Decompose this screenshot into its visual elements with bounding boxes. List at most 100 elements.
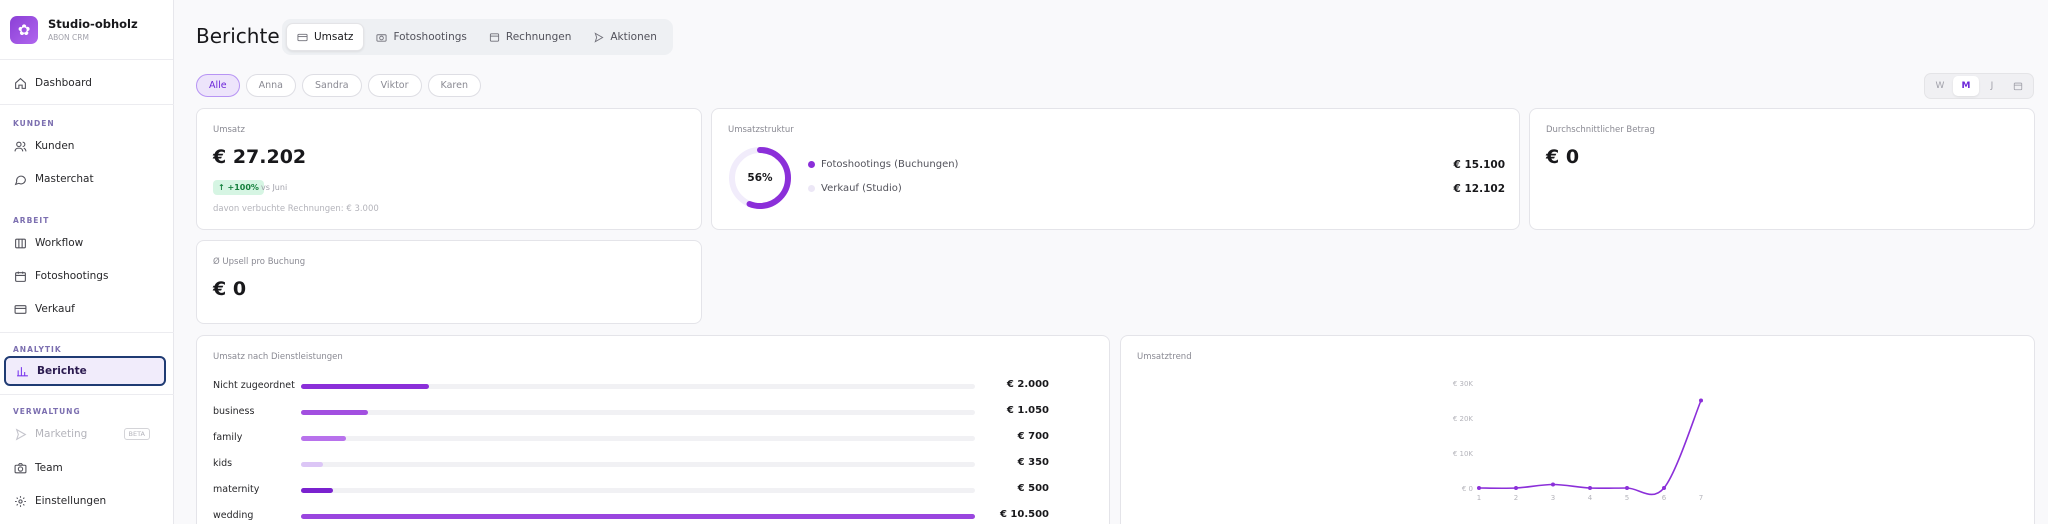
calendar-icon[interactable] xyxy=(2005,76,2031,96)
bar-chart-icon xyxy=(15,364,29,378)
service-value: € 10.500 xyxy=(999,509,1049,520)
y-tick-label: € 0 xyxy=(1462,485,1473,493)
gear-icon xyxy=(13,494,27,508)
x-tick-label: 6 xyxy=(1662,494,1667,502)
card-durchschnitt: Durchschnittlicher Betrag € 0 xyxy=(1529,108,2035,230)
sidebar-item-dashboard[interactable]: Dashboard xyxy=(4,68,166,98)
y-tick-label: € 10K xyxy=(1453,450,1474,458)
bar-track xyxy=(301,384,975,389)
studio-logo-icon: ✿ xyxy=(10,15,38,44)
card-upsell: Ø Upsell pro Buchung € 0 xyxy=(196,240,702,324)
card-umsatztrend: Umsatztrend € 0 € 10K € 20K € 30K 1 2 3 4 5 6 7 xyxy=(1120,335,2035,524)
bar-track xyxy=(301,462,975,467)
section-label-arbeit: ARBEIT xyxy=(13,216,50,225)
trend-point[interactable] xyxy=(1588,486,1592,490)
sidebar-item-kunden[interactable]: Kunden xyxy=(4,131,166,161)
invoice-note: davon verbuchte Rechnungen: € 3.000 xyxy=(213,204,379,214)
period-year[interactable]: J xyxy=(1979,76,2005,96)
users-icon xyxy=(13,139,27,153)
upsell-value: € 0 xyxy=(213,278,247,300)
bar-track xyxy=(301,514,975,519)
tab-label: Fotoshootings xyxy=(393,31,467,43)
x-tick-label: 1 xyxy=(1477,494,1481,502)
service-bar xyxy=(301,436,346,441)
filter-chip-alle[interactable]: Alle xyxy=(196,74,240,97)
service-bar-row: business € 1.050 xyxy=(213,405,1049,421)
sidebar-item-label: Berichte xyxy=(37,365,87,377)
trend-point[interactable] xyxy=(1477,486,1481,490)
sidebar-item-berichte[interactable]: Berichte xyxy=(4,356,166,386)
section-label-analytik: ANALYTIK xyxy=(13,345,62,354)
camera-icon xyxy=(376,32,387,43)
service-bar xyxy=(301,384,430,389)
filter-chip-karen[interactable]: Karen xyxy=(427,74,481,97)
sidebar-divider xyxy=(0,332,174,333)
x-tick-label: 5 xyxy=(1625,494,1629,502)
y-tick-label: € 30K xyxy=(1453,380,1474,388)
service-bar-row: maternity € 500 xyxy=(213,483,1049,499)
donut-percent: 56% xyxy=(747,172,773,184)
calendar-icon xyxy=(13,269,27,283)
tab-fotoshootings[interactable]: Fotoshootings xyxy=(366,23,476,51)
service-bar xyxy=(301,514,975,519)
trend-point[interactable] xyxy=(1514,486,1518,490)
sidebar: ✿ Studio-obholz ABON CRM Dashboard KUNDE… xyxy=(0,0,174,524)
service-bar-row: Nicht zugeordnet € 2.000 xyxy=(213,379,1049,395)
y-tick-label: € 20K xyxy=(1453,415,1474,423)
card-label: Umsatz nach Dienstleistungen xyxy=(213,352,343,362)
bar-track xyxy=(301,488,975,493)
sidebar-item-label: Verkauf xyxy=(35,303,75,315)
filter-chip-sandra[interactable]: Sandra xyxy=(302,74,362,97)
sidebar-item-einstellungen[interactable]: Einstellungen xyxy=(4,486,166,516)
sidebar-item-workflow[interactable]: Workflow xyxy=(4,228,166,258)
trend-comparison: vs Juni xyxy=(261,183,288,192)
card-icon xyxy=(13,302,27,316)
trend-badge: ↑ +100% xyxy=(213,180,264,195)
trend-point[interactable] xyxy=(1625,486,1629,490)
service-label: maternity xyxy=(213,484,260,495)
section-label-kunden: KUNDEN xyxy=(13,119,55,128)
sidebar-item-label: Kunden xyxy=(35,140,75,152)
durchschnitt-value: € 0 xyxy=(1546,146,1580,168)
legend-dot xyxy=(808,185,815,192)
sidebar-item-fotoshootings[interactable]: Fotoshootings xyxy=(4,261,166,291)
period-month[interactable]: M xyxy=(1953,76,1979,96)
service-value: € 500 xyxy=(1017,483,1049,494)
sidebar-item-marketing[interactable]: Marketing BETA xyxy=(4,419,166,449)
tab-aktionen[interactable]: Aktionen xyxy=(583,23,667,51)
service-bar xyxy=(301,410,369,415)
brand-header[interactable]: ✿ Studio-obholz ABON CRM xyxy=(0,0,173,60)
tab-umsatz[interactable]: Umsatz xyxy=(286,23,365,51)
service-value: € 350 xyxy=(1017,457,1049,468)
tab-rechnungen[interactable]: Rechnungen xyxy=(479,23,581,51)
legend-dot xyxy=(808,161,815,168)
donut-chart: 56% xyxy=(728,146,792,210)
sidebar-item-masterchat[interactable]: Masterchat xyxy=(4,164,166,194)
filter-chip-anna[interactable]: Anna xyxy=(245,74,296,97)
trend-line-chart: € 0 € 10K € 20K € 30K 1 2 3 4 5 6 7 xyxy=(1453,380,1703,502)
section-label-verwaltung: VERWALTUNG xyxy=(13,407,81,416)
legend-label: Fotoshootings (Buchungen) xyxy=(821,159,959,170)
sidebar-item-label: Workflow xyxy=(35,237,84,249)
tab-label: Umsatz xyxy=(314,31,354,43)
legend-value: € 12.102 xyxy=(1453,182,1505,195)
legend-label: Verkauf (Studio) xyxy=(821,183,902,194)
service-value: € 1.050 xyxy=(1006,405,1049,416)
trend-point[interactable] xyxy=(1699,398,1703,403)
trend-point[interactable] xyxy=(1551,482,1555,487)
trend-point[interactable] xyxy=(1662,486,1666,490)
service-bar-row: wedding € 10.500 xyxy=(213,509,1049,524)
filter-chip-viktor[interactable]: Viktor xyxy=(367,74,422,97)
brand-name: Studio-obholz xyxy=(48,17,138,31)
period-week[interactable]: W xyxy=(1927,76,1953,96)
sidebar-item-verkauf[interactable]: Verkauf xyxy=(4,294,166,324)
brand-subtitle: ABON CRM xyxy=(48,33,89,42)
service-value: € 2.000 xyxy=(1006,379,1049,390)
person-filter: Alle Anna Sandra Viktor Karen xyxy=(196,74,487,97)
trend-line xyxy=(1478,400,1702,496)
x-tick-label: 7 xyxy=(1699,494,1703,502)
sidebar-item-team[interactable]: Team xyxy=(4,453,166,483)
service-value: € 700 xyxy=(1017,431,1049,442)
camera-icon xyxy=(13,461,27,475)
card-umsatz: Umsatz € 27.202 ↑ +100% vs Juni davon ve… xyxy=(196,108,702,230)
